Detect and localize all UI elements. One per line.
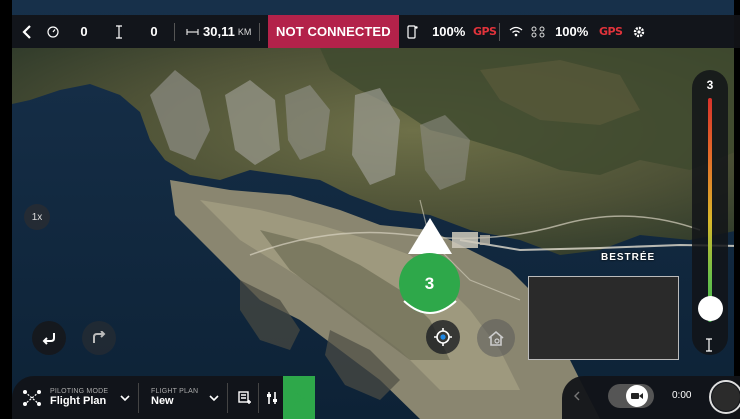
- drone-icon: [531, 26, 545, 37]
- video-camera-icon: [631, 393, 643, 399]
- edit-plan-button[interactable]: [232, 390, 258, 405]
- undo-icon: [42, 333, 55, 345]
- altitude-icon: [116, 24, 122, 39]
- separator: [259, 22, 260, 41]
- connection-status-badge[interactable]: NOT CONNECTED: [268, 15, 399, 48]
- altitude-max-value: 3: [706, 78, 714, 92]
- phone-icon: [407, 24, 418, 39]
- right-frame: [734, 0, 740, 419]
- drone-direction-arc: [403, 300, 457, 314]
- sliders-icon: [267, 391, 277, 404]
- flight-plan-label: FLIGHT PLAN: [151, 388, 199, 395]
- home-icon: [488, 330, 504, 346]
- phone-battery: 100%: [432, 24, 466, 39]
- record-time: 0:00: [672, 390, 692, 401]
- record-button-inner[interactable]: [712, 383, 740, 411]
- drone-heading-arrow: [408, 218, 452, 254]
- drone-gps-status: GPS: [598, 25, 623, 38]
- piloting-mode-value: Flight Plan: [50, 395, 107, 407]
- flight-plan-icon: [23, 389, 41, 406]
- flight-plan-value: New: [151, 395, 174, 407]
- return-home-button[interactable]: [477, 319, 515, 357]
- distance-icon: [185, 28, 199, 35]
- separator: [498, 22, 500, 41]
- piloting-mode-selector[interactable]: PILOTING MODE Flight Plan: [50, 388, 114, 407]
- settings-button[interactable]: [626, 15, 652, 48]
- zoom-level-badge[interactable]: 1x: [24, 204, 50, 230]
- distance-value: 30,11: [203, 24, 235, 39]
- flight-time-value: 0: [80, 24, 88, 39]
- altitude-icon: [706, 338, 712, 352]
- plan-settings-button[interactable]: [259, 391, 285, 405]
- separator: [138, 382, 139, 413]
- separator: [174, 22, 175, 41]
- start-flight-plan-button[interactable]: [283, 376, 315, 419]
- center-location-button[interactable]: [426, 320, 460, 354]
- camera-preview[interactable]: [528, 276, 679, 360]
- stopwatch-icon: [47, 25, 59, 38]
- top-status-bar: 0 0 30,11 KM NOT CONNECTED 100% GPS 100%…: [12, 15, 740, 48]
- crosshair-icon: [434, 328, 452, 346]
- chevron-left-icon: [22, 24, 31, 39]
- flight-plan-bar: PILOTING MODE Flight Plan FLIGHT PLAN Ne…: [12, 376, 315, 419]
- separator: [227, 382, 228, 413]
- satellite-count: 3: [424, 273, 435, 293]
- undo-button[interactable]: [32, 321, 66, 355]
- distance-unit: KM: [237, 26, 252, 37]
- add-waypoint-icon: [238, 390, 251, 404]
- play-icon: [293, 390, 305, 405]
- drone-battery: 100%: [555, 24, 589, 39]
- altitude-value: 0: [150, 24, 158, 39]
- chevron-left-icon[interactable]: [573, 391, 581, 401]
- altitude-slider[interactable]: 3: [692, 70, 728, 355]
- left-frame: [0, 0, 12, 419]
- video-mode-knob[interactable]: [626, 385, 648, 407]
- map-place-label: BESTRÉE: [601, 252, 656, 263]
- altitude-track: [708, 98, 712, 322]
- phone-gps-status: GPS: [472, 25, 497, 38]
- back-button[interactable]: [12, 15, 42, 48]
- flight-plan-selector[interactable]: FLIGHT PLAN New: [151, 388, 203, 407]
- altitude-knob[interactable]: [698, 296, 723, 321]
- gear-icon: [633, 26, 644, 37]
- piloting-mode-icon-wrap: [18, 389, 46, 407]
- wifi-icon: [509, 26, 523, 37]
- chevron-down-icon: [209, 394, 219, 401]
- chevron-down-icon: [120, 394, 130, 401]
- redo-icon: [93, 331, 106, 343]
- redo-button[interactable]: [82, 321, 116, 355]
- piloting-mode-label: PILOTING MODE: [50, 388, 109, 395]
